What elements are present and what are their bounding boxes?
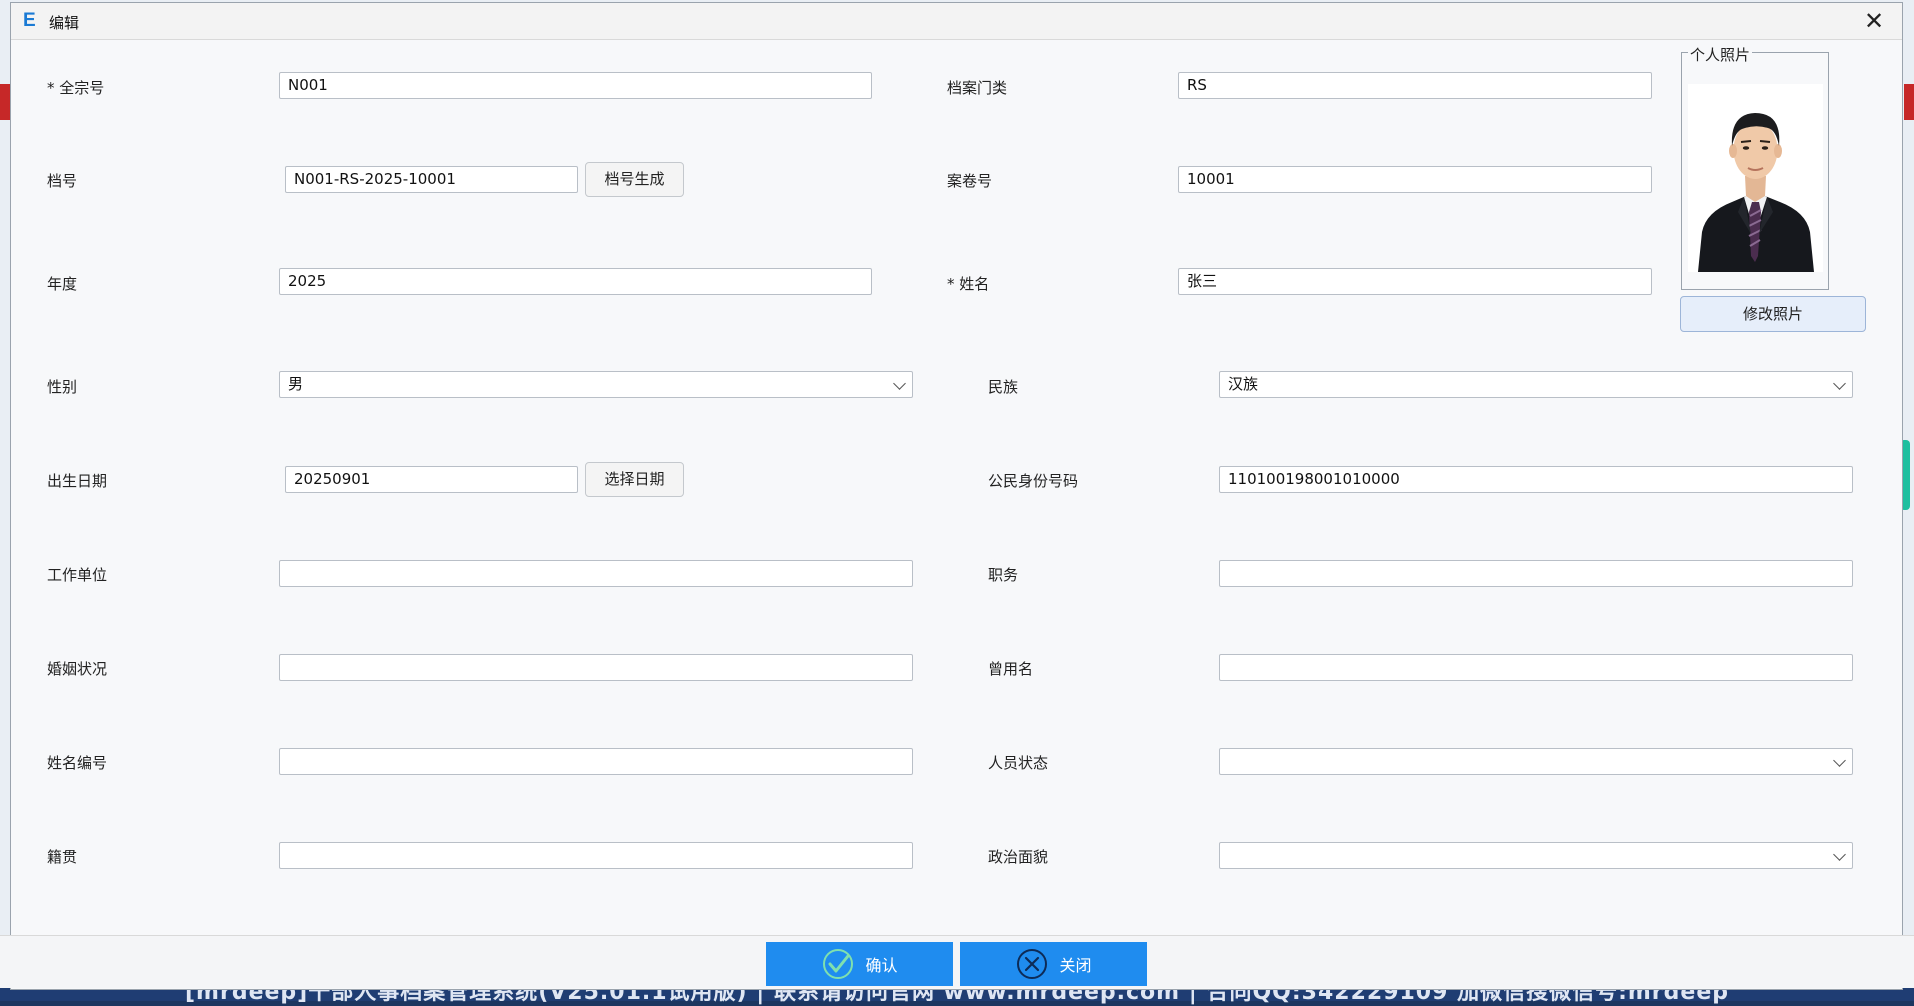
select-date-button[interactable]: 选择日期 [585,462,684,497]
dialog-titlebar: E 编辑 ✕ [11,3,1902,40]
anjuanhao-input[interactable]: 10001 [1178,166,1652,193]
quanzonghao-input[interactable]: N001 [279,72,872,99]
label-zhiwu: 职务 [988,566,1019,584]
chushengriqi-input[interactable]: 20250901 [285,466,578,493]
photo-legend: 个人照片 [1688,44,1753,65]
close-icon[interactable]: ✕ [1854,6,1894,36]
niandu-input[interactable]: 2025 [279,268,872,295]
minzu-value: 汉族 [1228,375,1259,393]
cengyongming-input[interactable] [1219,654,1853,681]
label-anjuanhao: 案卷号 [947,172,993,190]
label-niandu: 年度 [47,275,78,293]
portrait-photo [1688,84,1823,272]
label-renyuanzhuangtai: 人员状态 [988,754,1049,772]
change-photo-button[interactable]: 修改照片 [1680,296,1866,332]
label-xingbie: 性别 [47,378,78,396]
label-chushengriqi: 出生日期 [47,472,108,490]
app-logo-icon: E [23,10,36,31]
x-circle-icon [1017,949,1048,979]
hunyin-input[interactable] [279,654,913,681]
close-button[interactable]: 关闭 [960,942,1147,986]
xingbie-select[interactable]: 男 [279,371,913,398]
shenfenzheng-input[interactable]: 110100198001010000 [1219,466,1853,493]
chevron-down-icon [1833,754,1846,767]
label-cengyongming: 曾用名 [988,660,1034,678]
background-red-bar-right [1904,84,1914,120]
dialog-title: 编辑 [49,14,80,32]
check-circle-icon [823,949,854,979]
label-jiguan: 籍贯 [47,848,78,866]
label-gongzuodanwei: 工作单位 [47,566,108,584]
chevron-down-icon [893,377,906,390]
gongzuodanwei-input[interactable] [279,560,913,587]
label-danganmenlei: 档案门类 [947,79,1008,97]
xingbie-value: 男 [288,375,304,393]
chevron-down-icon [1833,377,1846,390]
label-hunyin: 婚姻状况 [47,660,108,678]
label-xingming: * 姓名 [947,275,990,293]
renyuanzhuangtai-select[interactable] [1219,748,1853,775]
chevron-down-icon [1833,848,1846,861]
confirm-button[interactable]: 确认 [766,942,953,986]
zhengzhimianmao-select[interactable] [1219,842,1853,869]
danghao-input[interactable]: N001-RS-2025-10001 [285,166,578,193]
minzu-select[interactable]: 汉族 [1219,371,1853,398]
zhiwu-input[interactable] [1219,560,1853,587]
xingming-input[interactable]: 张三 [1178,268,1652,295]
xingmingbianhao-input[interactable] [279,748,913,775]
portrait-image-icon [1688,84,1823,272]
confirm-label: 确认 [865,956,898,975]
label-minzu: 民族 [988,378,1019,396]
dialog-footer [0,935,1914,988]
jiguan-input[interactable] [279,842,913,869]
danganmenlei-input[interactable]: RS [1178,72,1652,99]
label-zhengzhimianmao: 政治面貌 [988,848,1049,866]
close-label: 关闭 [1059,956,1092,975]
label-quanzonghao: * 全宗号 [47,79,105,97]
label-shenfenzheng: 公民身份号码 [988,472,1079,490]
label-xingmingbianhao: 姓名编号 [47,754,108,772]
generate-danghao-button[interactable]: 档号生成 [585,162,684,197]
label-danghao: 档号 [47,172,78,190]
